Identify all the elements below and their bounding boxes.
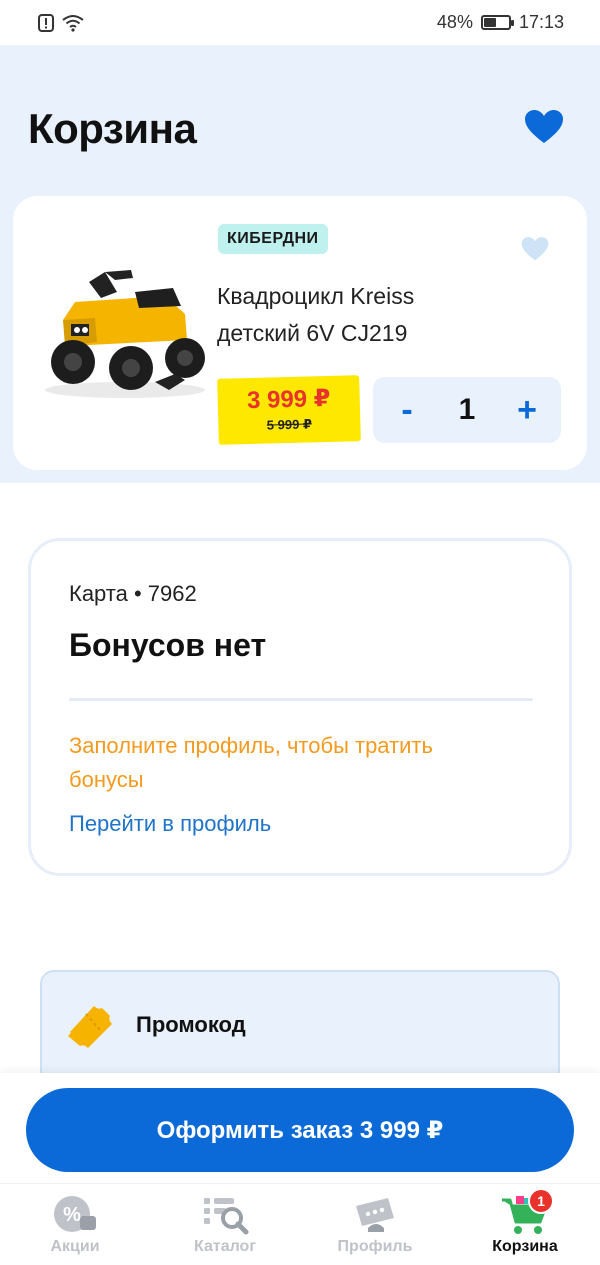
cart-count-badge: 1 xyxy=(528,1188,554,1214)
nav-label: Профиль xyxy=(337,1238,413,1255)
catalog-search-icon xyxy=(204,1198,249,1235)
ticket-icon xyxy=(68,1006,112,1048)
battery-percent: 48% xyxy=(436,12,473,32)
bonus-title: Бонусов нет xyxy=(69,627,267,663)
increment-button[interactable]: + xyxy=(511,391,543,429)
favorites-heart-icon[interactable] xyxy=(524,107,564,147)
percent-tag-icon: % xyxy=(54,1196,96,1232)
nav-item-cart[interactable]: 1 Корзина xyxy=(450,1184,600,1265)
cart-icon-wrap: 1 xyxy=(500,1188,554,1236)
bottom-nav: % Акции Каталог Профиль 1 Корзина xyxy=(0,1183,600,1265)
promo-code-button[interactable]: Промокод xyxy=(40,970,560,1090)
nav-label: Каталог xyxy=(194,1238,256,1255)
product-title[interactable]: Квадроцикл Kreiss детский 6V CJ219 xyxy=(217,278,497,352)
wifi-icon xyxy=(62,14,84,32)
battery-fill xyxy=(483,18,497,27)
cart-header-area: Корзина КИБЕРДНИ Квадроцикл Kreiss детск… xyxy=(0,45,600,483)
nav-item-profile[interactable]: Профиль xyxy=(300,1184,450,1265)
price-current: 3 999 ₽ xyxy=(246,384,331,415)
profile-card-icon xyxy=(356,1198,394,1232)
favorite-heart-icon[interactable] xyxy=(521,236,549,262)
nav-item-promotions[interactable]: % Акции xyxy=(0,1184,150,1265)
status-left xyxy=(38,13,84,32)
status-bar: 48% 17:13 xyxy=(0,0,600,45)
divider xyxy=(69,698,533,701)
page-title: Корзина xyxy=(28,105,197,152)
bonus-hint: Заполните профиль, чтобы тратить бонусы xyxy=(69,733,433,792)
svg-text:%: % xyxy=(63,1204,81,1226)
nav-label: Акции xyxy=(50,1238,100,1255)
product-image[interactable] xyxy=(35,262,213,402)
nav-label: Корзина xyxy=(492,1238,558,1255)
checkout-button[interactable]: Оформить заказ 3 999 ₽ xyxy=(26,1088,574,1172)
loyalty-card-label: Карта • 7962 xyxy=(69,581,197,606)
cart-item-card: КИБЕРДНИ Квадроцикл Kreiss детский 6V CJ… xyxy=(13,196,587,470)
bonus-card: Карта • 7962 Бонусов нет Заполните профи… xyxy=(28,538,572,876)
nav-item-catalog[interactable]: Каталог xyxy=(150,1184,300,1265)
promo-badge: КИБЕРДНИ xyxy=(218,224,328,254)
decrement-button[interactable]: - xyxy=(391,391,423,429)
price-old: 5 999 ₽ xyxy=(266,416,313,433)
price-tag: 3 999 ₽ 5 999 ₽ xyxy=(217,375,361,445)
go-to-profile-link[interactable]: Перейти в профиль xyxy=(69,811,271,837)
checkout-bar: Оформить заказ 3 999 ₽ xyxy=(0,1073,600,1183)
quantity-value: 1 xyxy=(458,393,476,426)
promo-code-label: Промокод xyxy=(136,1012,246,1037)
sim-alert-icon xyxy=(38,13,54,32)
battery-icon xyxy=(480,15,514,30)
quantity-stepper: - 1 + xyxy=(373,377,561,443)
status-right: 48% 17:13 xyxy=(437,12,564,33)
clock: 17:13 xyxy=(518,12,564,32)
